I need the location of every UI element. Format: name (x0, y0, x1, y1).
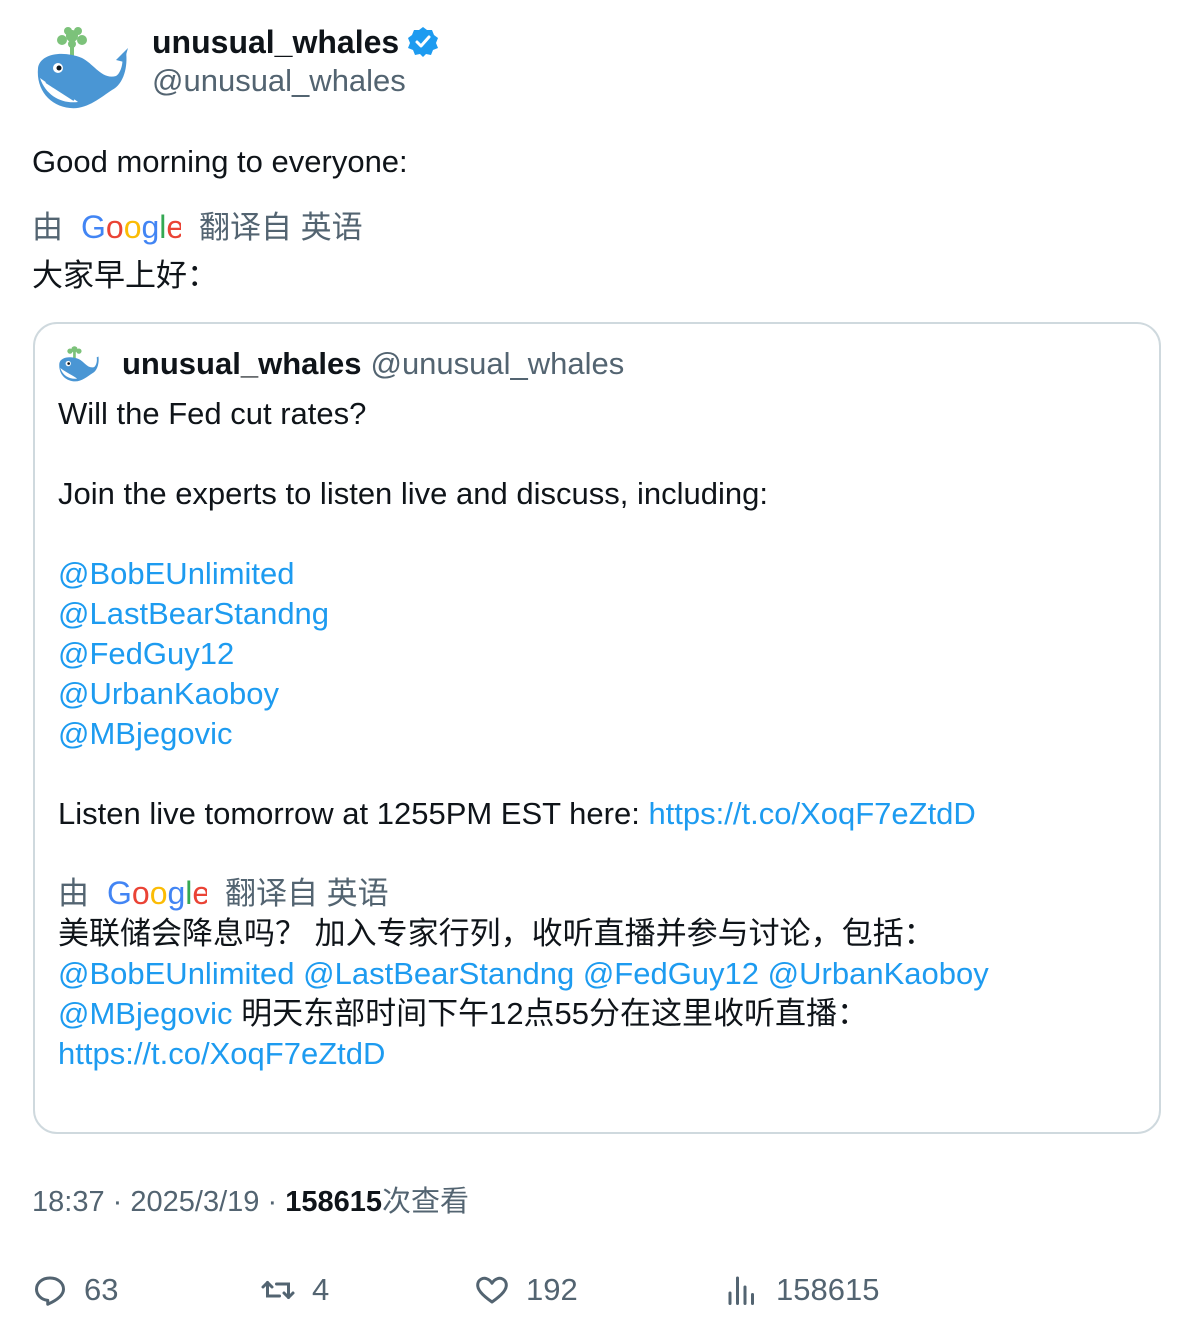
translated-text: 大家早上好： (32, 258, 218, 293)
space-link[interactable]: https://t.co/XoqF7eZtdD (58, 1034, 1148, 1074)
whale-avatar-icon[interactable] (56, 344, 100, 384)
mention-link[interactable]: @BobEUnlimited (58, 554, 1148, 594)
quoted-tweet-header: unusual_whales @unusual_whales (56, 344, 624, 384)
mention-link[interactable]: @UrbanKaoboy (58, 674, 1148, 714)
meta-separator: · (112, 1186, 123, 1218)
translation-suffix[interactable]: 翻译自 英语 (199, 208, 363, 248)
retweet-icon (261, 1281, 295, 1299)
mention-link[interactable]: @BobEUnlimited (58, 956, 295, 991)
translation-prefix: 由 (32, 210, 63, 245)
google-logo-icon: Google (81, 208, 184, 248)
tweet-time[interactable]: 18:37 (32, 1186, 105, 1218)
translation-prefix: 由 (58, 876, 89, 911)
analytics-icon (728, 1276, 754, 1305)
mention-link[interactable]: @FedGuy12 (58, 634, 1148, 674)
quoted-line: Join the experts to listen live and disc… (58, 476, 768, 511)
mention-link[interactable]: @MBjegovic (58, 996, 232, 1031)
tweet-date[interactable]: 2025/3/19 (130, 1186, 259, 1218)
quoted-display-name[interactable]: unusual_whales (122, 344, 361, 384)
views-button[interactable]: 158615 (724, 1268, 879, 1312)
retweet-count: 4 (312, 1272, 330, 1307)
author-handle[interactable]: @unusual_whales (152, 62, 406, 100)
mention-link[interactable]: @LastBearStandng (58, 594, 1148, 634)
reply-button[interactable]: 63 (32, 1268, 118, 1312)
views-count: 158615 (776, 1272, 880, 1307)
mention-link[interactable]: @MBjegovic (58, 714, 1148, 754)
google-logo-icon: Google (107, 874, 210, 914)
translated-line: @MBjegovic 明天东部时间下午12点55分在这里收听直播： (58, 994, 1148, 1034)
space-link[interactable]: https://t.co/XoqF7eZtdD (648, 796, 975, 831)
heart-icon (476, 1276, 508, 1304)
translated-mentions: @BobEUnlimited @LastBearStandng @FedGuy1… (58, 954, 1148, 994)
action-bar: 63 4 192 158615 (32, 1268, 1164, 1312)
verified-badge-icon (407, 26, 439, 58)
mention-link[interactable]: @UrbanKaoboy (768, 956, 989, 991)
whale-avatar-icon[interactable] (32, 24, 128, 114)
like-button[interactable]: 192 (474, 1268, 578, 1312)
translation-attribution: 由 Google 翻译自 英语 (58, 874, 1148, 914)
quoted-tweet-body: Will the Fed cut rates? Join the experts… (58, 394, 1148, 1074)
quoted-line: Will the Fed cut rates? (58, 396, 367, 431)
meta-separator: · (267, 1186, 278, 1218)
mention-link[interactable]: @FedGuy12 (583, 956, 759, 991)
quoted-handle[interactable]: @unusual_whales (370, 344, 624, 384)
author-display-name[interactable]: unusual_whales (152, 22, 399, 62)
like-count: 192 (526, 1272, 578, 1307)
translated-text: 美联储会降息吗？ 加入专家行列，收听直播并参与讨论，包括： (58, 916, 935, 951)
translation-suffix[interactable]: 翻译自 英语 (225, 874, 389, 914)
retweet-button[interactable]: 4 (260, 1268, 329, 1312)
tweet-body: Good morning to everyone: (32, 144, 408, 179)
listen-text: Listen live tomorrow at 1255PM EST here: (58, 796, 649, 831)
translated-text: 明天东部时间下午12点55分在这里收听直播： (232, 996, 869, 1031)
mention-link[interactable]: @LastBearStandng (303, 956, 574, 991)
tweet-meta: 18:37 · 2025/3/19 · 158615次查看 (32, 1182, 469, 1222)
reply-icon (35, 1276, 65, 1306)
tweet-text: Good morning to everyone: 由 Google 翻译自 英… (32, 142, 408, 296)
reply-count: 63 (84, 1272, 119, 1307)
svg-text:Google: Google (107, 875, 207, 911)
view-count: 158615 (285, 1186, 382, 1218)
svg-text:Google: Google (81, 209, 181, 245)
listen-line: Listen live tomorrow at 1255PM EST here:… (58, 794, 1148, 834)
view-label: 次查看 (381, 1186, 469, 1218)
translation-attribution: 由 Google 翻译自 英语 (32, 208, 408, 248)
